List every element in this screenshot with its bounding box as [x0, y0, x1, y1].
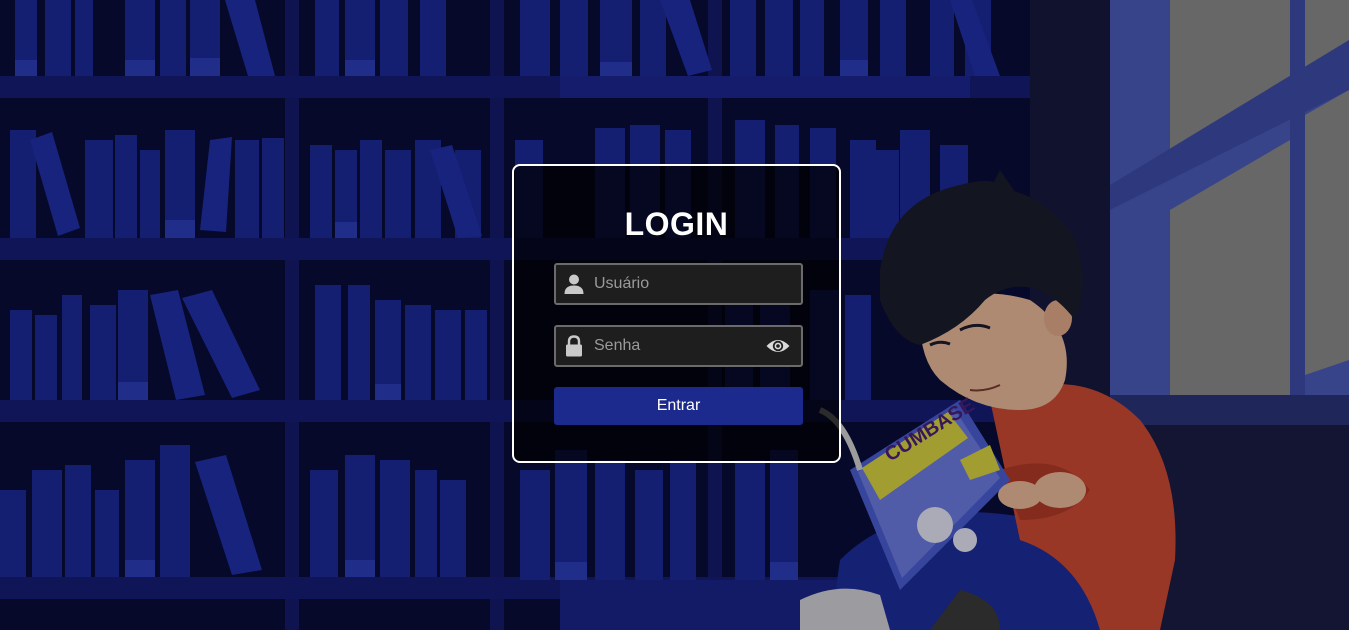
lock-icon [566, 335, 582, 357]
login-submit-button[interactable]: Entrar [554, 387, 803, 425]
login-title: LOGIN [624, 206, 729, 242]
user-icon [564, 274, 584, 294]
username-field[interactable] [554, 263, 803, 305]
login-page: CUMBASE LOGIN Usuário Entrar [0, 0, 1349, 630]
username-input[interactable] [594, 265, 764, 303]
eye-icon[interactable] [765, 335, 791, 357]
password-input[interactable] [594, 327, 764, 365]
password-field[interactable] [554, 325, 803, 367]
login-card: LOGIN Entrar [512, 164, 841, 463]
